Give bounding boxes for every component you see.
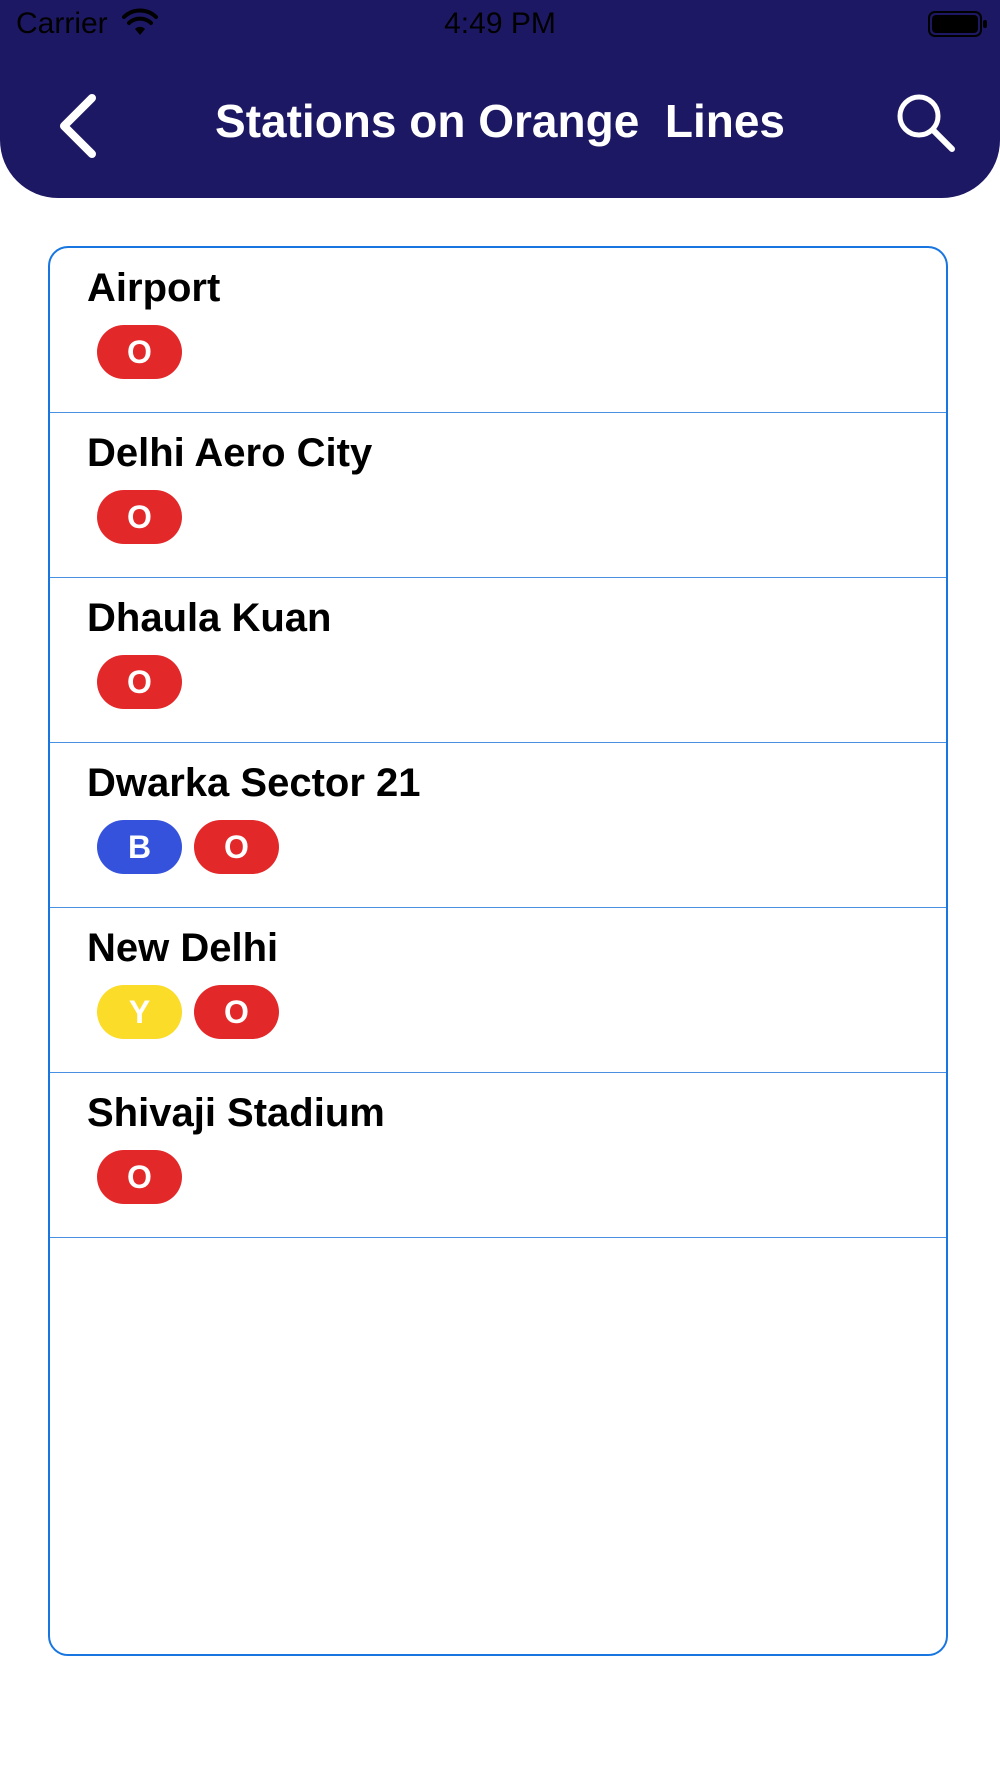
station-row-airport[interactable]: Airport O bbox=[50, 248, 946, 413]
station-name: Airport bbox=[87, 266, 221, 310]
line-badge-orange: O bbox=[194, 985, 279, 1039]
station-name: Dhaula Kuan bbox=[87, 596, 332, 640]
station-name: Dwarka Sector 21 bbox=[87, 761, 421, 805]
station-row-shivaji-stadium[interactable]: Shivaji Stadium O bbox=[50, 1073, 946, 1238]
station-row-dwarka-sector-21[interactable]: Dwarka Sector 21 B O bbox=[50, 743, 946, 908]
line-badge-orange: O bbox=[97, 325, 182, 379]
station-name: Shivaji Stadium bbox=[87, 1091, 385, 1135]
line-badge-orange: O bbox=[97, 490, 182, 544]
line-badge-blue: B bbox=[97, 820, 182, 874]
search-icon bbox=[897, 94, 955, 152]
nav-header: Carrier 4:49 PM Stations on Orange Lines bbox=[0, 0, 1000, 198]
search-button[interactable] bbox=[895, 92, 957, 154]
status-time: 4:49 PM bbox=[444, 7, 556, 40]
status-bar: Carrier 4:49 PM bbox=[0, 0, 1000, 50]
line-badges: O bbox=[97, 655, 182, 709]
line-badges: O bbox=[97, 325, 182, 379]
station-row-new-delhi[interactable]: New Delhi Y O bbox=[50, 908, 946, 1073]
line-badge-orange: O bbox=[194, 820, 279, 874]
page-title: Stations on Orange Lines bbox=[215, 95, 785, 147]
station-name: New Delhi bbox=[87, 926, 279, 970]
station-name: Delhi Aero City bbox=[87, 431, 373, 475]
battery-icon bbox=[928, 11, 987, 37]
station-row-dhaula-kuan[interactable]: Dhaula Kuan O bbox=[50, 578, 946, 743]
line-badge-orange: O bbox=[97, 1150, 182, 1204]
line-badges: O bbox=[97, 490, 182, 544]
line-badges: B O bbox=[97, 820, 279, 874]
line-badges: Y O bbox=[97, 985, 279, 1039]
line-badge-orange: O bbox=[97, 655, 182, 709]
line-badge-yellow: Y bbox=[97, 985, 182, 1039]
station-row-delhi-aero-city[interactable]: Delhi Aero City O bbox=[50, 413, 946, 578]
station-list: Airport O Delhi Aero City O Dhaula Kuan … bbox=[48, 246, 948, 1656]
line-badges: O bbox=[97, 1150, 182, 1204]
